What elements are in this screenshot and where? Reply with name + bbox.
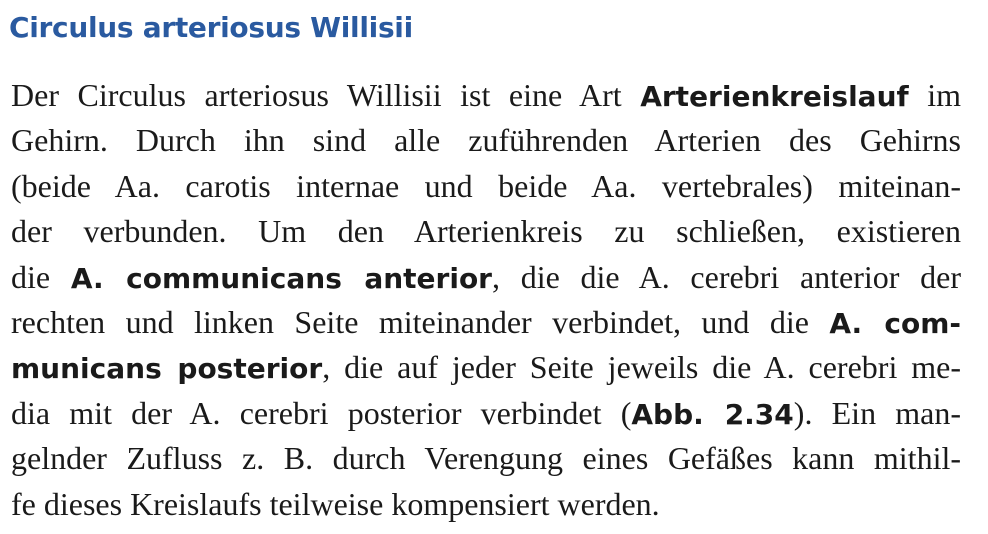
bold-term-communicans-posterior-part1: A. com-	[829, 306, 961, 340]
text-segment: im	[908, 77, 962, 113]
bold-term-arterienkreislauf: Arterienkreislauf	[640, 80, 909, 113]
bold-term-communicans-posterior-part2: municans posterior	[11, 352, 323, 386]
text-segment: die	[11, 258, 71, 295]
section-heading: Circulus arteriosus Willisii	[9, 11, 413, 44]
paragraph-line: die A. communicans anterior, die die A. …	[11, 255, 961, 300]
paragraph-line: (beide Aa. carotis internae und beide Aa…	[11, 164, 961, 209]
text-segment: , die auf jeder Seite jeweils die A. cer…	[322, 349, 962, 386]
body-paragraph: Der Circulus arteriosus Willisii ist ein…	[11, 73, 961, 527]
paragraph-line: der verbunden. Um den Arterienkreis zu s…	[11, 209, 961, 254]
paragraph-line: Gehirn. Durch ihn sind alle zuführenden …	[11, 118, 961, 163]
paragraph-line: Der Circulus arteriosus Willisii ist ein…	[11, 73, 961, 118]
paragraph-line: rechten und linken Seite miteinander ver…	[11, 300, 961, 345]
paragraph-line: dia mit der A. cerebri posterior verbind…	[11, 391, 961, 436]
text-segment: fe dieses Kreislaufs teilweise kompensie…	[11, 485, 660, 522]
bold-term-communicans-anterior: A. communicans anterior	[70, 261, 492, 295]
text-segment: ). Ein man-	[793, 394, 962, 431]
text-segment: Der Circulus arteriosus Willisii ist ein…	[11, 77, 641, 113]
document-page: Circulus arteriosus Willisii Der Circulu…	[0, 0, 988, 534]
text-segment: gelnder Zufluss z. B. durch Verengung ei…	[11, 440, 961, 477]
paragraph-line: fe dieses Kreislaufs teilweise kompensie…	[11, 482, 961, 527]
text-segment: (beide Aa. carotis internae und beide Aa…	[11, 167, 961, 204]
figure-reference-link[interactable]: Abb. 2.34	[631, 398, 793, 431]
text-segment: der verbunden. Um den Arterienkreis zu s…	[11, 213, 961, 250]
paragraph-line: gelnder Zufluss z. B. durch Verengung ei…	[11, 436, 961, 481]
paragraph-line: municans posterior, die auf jeder Seite …	[11, 345, 961, 390]
text-segment: dia mit der A. cerebri posterior verbind…	[11, 394, 632, 431]
text-segment: Gehirn. Durch ihn sind alle zuführenden …	[11, 122, 961, 159]
text-segment: rechten und linken Seite miteinander ver…	[11, 303, 830, 340]
text-segment: , die die A. cerebri anterior der	[492, 258, 962, 295]
